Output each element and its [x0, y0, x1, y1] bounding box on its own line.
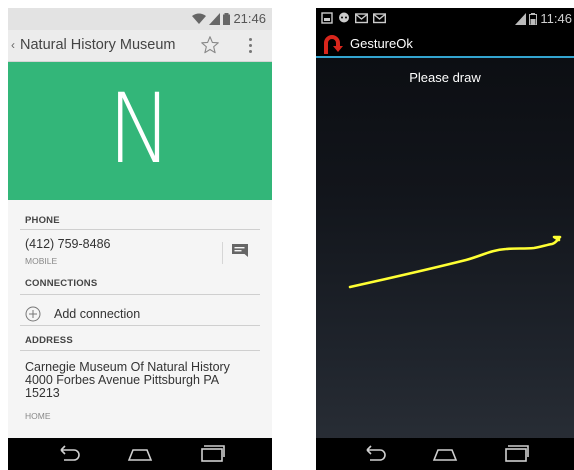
message-icon[interactable]	[232, 244, 248, 257]
action-bar: ‹ Natural History Museum	[8, 30, 272, 62]
phone-type-label: MOBILE	[25, 256, 58, 266]
address-type-label: HOME	[25, 411, 51, 421]
add-circle-icon[interactable]	[25, 306, 41, 322]
contact-details: PHONE (412) 759-8486 MOBILE CONNECTIONS …	[8, 200, 272, 442]
wifi-icon	[192, 13, 207, 24]
recents-icon[interactable]	[198, 444, 226, 464]
contact-initial: N	[107, 73, 173, 185]
vertical-divider	[222, 242, 223, 264]
status-time: 21:46	[233, 11, 266, 26]
contact-screen: 21:46 ‹ Natural History Museum N PHONE (…	[8, 8, 272, 470]
divider	[20, 229, 260, 230]
gesture-stroke	[348, 235, 562, 289]
divider	[20, 325, 260, 326]
address-line: 4000 Forbes Avenue Pittsburgh PA	[25, 373, 220, 387]
recents-icon[interactable]	[502, 444, 530, 464]
up-caret-icon[interactable]: ‹	[11, 38, 15, 52]
contact-photo-placeholder: N	[8, 62, 272, 200]
back-icon[interactable]	[360, 444, 388, 464]
home-icon[interactable]	[126, 444, 154, 464]
star-outline-icon[interactable]	[199, 34, 221, 56]
divider	[20, 294, 260, 295]
address-value[interactable]: Carnegie Museum Of Natural History 4000 …	[25, 361, 265, 400]
divider	[20, 350, 260, 351]
back-icon[interactable]	[54, 444, 82, 464]
status-bar: 21:46	[8, 8, 272, 30]
address-section-header: ADDRESS	[25, 335, 73, 346]
screenshot: 21:46 ‹ Natural History Museum N PHONE (…	[0, 0, 574, 470]
connections-section-header: CONNECTIONS	[25, 278, 98, 289]
contact-name-title[interactable]: Natural History Museum	[20, 37, 176, 53]
overflow-menu-icon[interactable]	[246, 36, 254, 56]
gesture-canvas[interactable]	[316, 8, 574, 470]
home-icon[interactable]	[431, 444, 459, 464]
phone-number[interactable]: (412) 759-8486	[25, 237, 110, 251]
navigation-bar	[8, 438, 272, 470]
battery-icon	[223, 13, 231, 25]
address-line: 15213	[25, 386, 60, 400]
gesture-screen: 11:46 GestureOk Please draw	[316, 8, 574, 470]
phone-section-header: PHONE	[25, 215, 60, 226]
signal-icon	[209, 13, 221, 25]
add-connection-button[interactable]: Add connection	[54, 307, 140, 321]
navigation-bar	[316, 438, 574, 470]
